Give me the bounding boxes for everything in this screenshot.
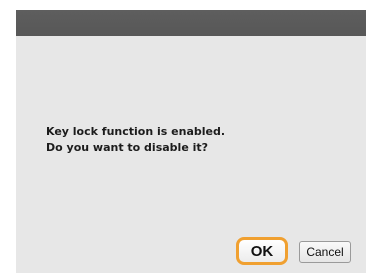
keylock-dialog: Key lock function is enabled. Do you wan… bbox=[16, 10, 366, 273]
message-line-1: Key lock function is enabled. bbox=[46, 125, 226, 138]
ok-button[interactable]: OK bbox=[236, 237, 288, 265]
dialog-title-bar bbox=[16, 10, 366, 36]
message-line-2: Do you want to disable it? bbox=[46, 141, 209, 154]
dialog-message: Key lock function is enabled. Do you wan… bbox=[46, 124, 225, 156]
cancel-button[interactable]: Cancel bbox=[299, 241, 351, 263]
